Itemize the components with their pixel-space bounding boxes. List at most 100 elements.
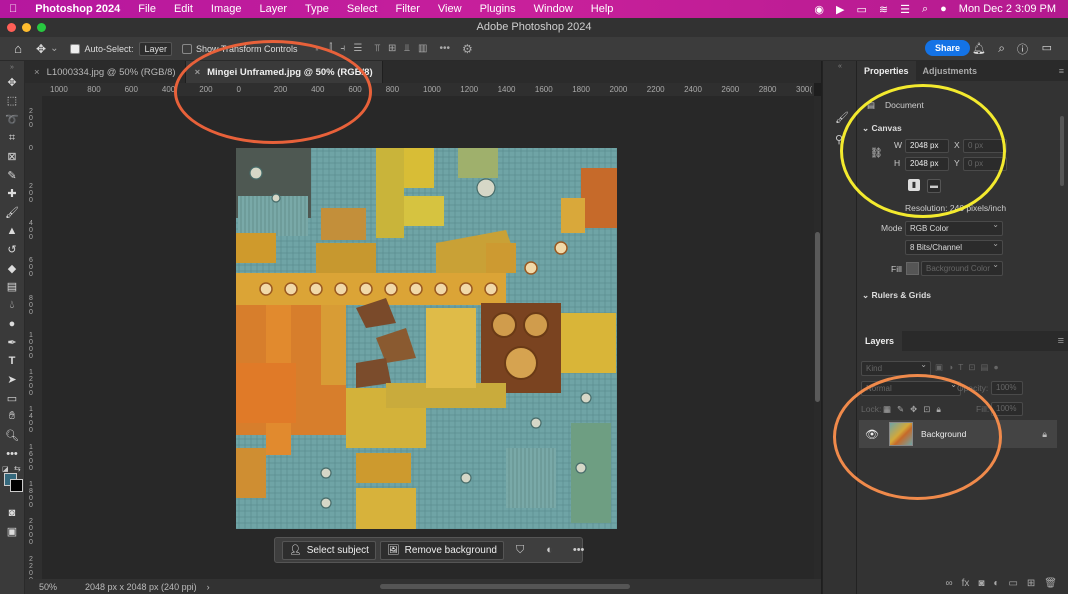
- menu-plugins[interactable]: Plugins: [471, 3, 525, 15]
- align-left-icon[interactable]: ⫦: [316, 43, 322, 54]
- auto-select-checkbox[interactable]: [70, 43, 81, 54]
- battery-icon[interactable]: ▭: [856, 3, 866, 16]
- tab-layers[interactable]: Layers: [857, 331, 903, 351]
- menu-app-name[interactable]: Photoshop 2024: [26, 3, 129, 15]
- share-button[interactable]: Share: [924, 40, 970, 56]
- menubar-datetime[interactable]: Mon Dec 2 3:09 PM: [959, 3, 1056, 15]
- canvas-section-header[interactable]: ⌄ Canvas: [862, 123, 902, 134]
- lasso-tool-icon[interactable]: ➰: [0, 110, 24, 129]
- menu-select[interactable]: Select: [338, 3, 387, 15]
- panel-collapse-icon[interactable]: «: [823, 63, 857, 70]
- add-mask-icon[interactable]: ◙: [978, 578, 984, 589]
- pen-tool-icon[interactable]: ✒: [0, 333, 24, 352]
- adjustment-layer-icon[interactable]: ◐: [993, 578, 999, 589]
- zoom-tool-icon[interactable]: 🔍︎: [0, 426, 24, 445]
- help-icon[interactable]: ⓘ: [1017, 41, 1028, 57]
- horizontal-scroll-thumb[interactable]: [380, 584, 630, 589]
- vertical-scroll-thumb[interactable]: [815, 232, 820, 402]
- layer-row-background[interactable]: 👁︎ Background 🔒︎: [859, 420, 1057, 448]
- horizontal-ruler[interactable]: 1000 800 600 400 200 0 200 400 600 800 1000 1200 140…: [42, 83, 814, 97]
- opacity-field[interactable]: 100%: [991, 381, 1023, 395]
- menu-edit[interactable]: Edit: [165, 3, 202, 15]
- blur-tool-icon[interactable]: 💧︎: [0, 296, 24, 315]
- group-icon[interactable]: ▭: [1008, 578, 1017, 589]
- rulers-grids-header[interactable]: ⌄ Rulers & Grids: [862, 290, 931, 301]
- vertical-ruler[interactable]: 2 0 0 0 2 0 0 4 0 0 6 0 0 8 0 0 1 0 0 0 1 2 0 0…: [25, 96, 43, 579]
- menu-image[interactable]: Image: [202, 3, 251, 15]
- bit-depth-dropdown[interactable]: 8 Bits/Channel: [905, 238, 1003, 255]
- home-icon[interactable]: ⌂: [0, 41, 36, 56]
- healing-brush-icon[interactable]: ✚: [0, 185, 24, 204]
- adjustment-icon[interactable]: ◐: [546, 544, 553, 556]
- menu-layer[interactable]: Layer: [251, 3, 297, 15]
- mask-icon[interactable]: ⛉: [516, 544, 524, 557]
- gear-icon[interactable]: ⚙: [462, 42, 473, 56]
- play-icon[interactable]: ▶: [836, 3, 844, 16]
- panel-menu-icon[interactable]: ≡: [1058, 335, 1068, 347]
- layer-style-icon[interactable]: fx: [962, 578, 970, 589]
- screen-mode-icon[interactable]: ▣: [0, 522, 24, 541]
- eraser-tool-icon[interactable]: ◆: [0, 259, 24, 278]
- swap-colors-icon[interactable]: ⇆: [14, 464, 21, 473]
- lock-icons[interactable]: ▦✎✥⊡🔒︎: [883, 404, 947, 415]
- x-field[interactable]: 0 px: [963, 139, 1007, 153]
- close-tab-icon[interactable]: ×: [195, 67, 201, 78]
- marquee-tool-icon[interactable]: ⬚: [0, 92, 24, 111]
- notifications-icon[interactable]: 🔔︎: [972, 42, 986, 55]
- menu-file[interactable]: File: [129, 3, 165, 15]
- mode-dropdown[interactable]: RGB Color: [905, 219, 1003, 236]
- edit-toolbar-icon[interactable]: •••: [0, 445, 24, 464]
- document-tab[interactable]: × L1000334.jpg @ 50% (RGB/8): [25, 61, 186, 83]
- quick-mask-icon[interactable]: ◙: [0, 503, 24, 522]
- move-tool-icon[interactable]: ✥: [0, 73, 24, 92]
- history-brush-icon[interactable]: ↺: [0, 240, 24, 259]
- width-field[interactable]: 2048 px: [905, 139, 949, 153]
- path-selection-icon[interactable]: ➤: [0, 371, 24, 390]
- height-field[interactable]: 2048 px: [905, 157, 949, 171]
- portrait-orientation-button[interactable]: ▮: [908, 179, 920, 191]
- new-layer-icon[interactable]: ⊞: [1027, 578, 1035, 589]
- wifi-icon[interactable]: ≋: [879, 3, 888, 16]
- more-options-icon[interactable]: •••: [573, 544, 585, 556]
- blend-mode-dropdown[interactable]: Normal: [861, 379, 961, 396]
- default-colors-icon[interactable]: ◪: [2, 465, 9, 473]
- tab-properties[interactable]: Properties: [857, 61, 916, 81]
- menu-view[interactable]: View: [429, 3, 471, 15]
- layer-kind-filter[interactable]: Kind: [861, 359, 931, 376]
- layer-fill-field[interactable]: 100%: [991, 402, 1023, 416]
- control-center-icon[interactable]: ☰: [900, 3, 910, 16]
- chevron-right-icon[interactable]: ›: [207, 582, 210, 592]
- menu-type[interactable]: Type: [296, 3, 338, 15]
- close-tab-icon[interactable]: ×: [34, 67, 40, 78]
- fill-swatch[interactable]: [906, 262, 919, 275]
- brush-settings-icon[interactable]: 🖌︎: [835, 111, 849, 124]
- align-top-icon[interactable]: ⫪: [374, 43, 380, 54]
- layer-filter-icons[interactable]: ▣◑T⊡▤●: [935, 362, 1004, 373]
- distribute-icon[interactable]: ▥: [418, 43, 427, 54]
- menu-filter[interactable]: Filter: [386, 3, 428, 15]
- visibility-eye-icon[interactable]: 👁︎: [865, 428, 879, 441]
- canvas-image[interactable]: [236, 148, 617, 529]
- auto-select-dropdown[interactable]: Layer: [139, 41, 172, 56]
- apple-icon[interactable]: : [0, 3, 26, 15]
- chevron-down-icon[interactable]: ⌄: [50, 43, 58, 54]
- properties-scroll-thumb[interactable]: [1060, 116, 1064, 186]
- creative-cloud-icon[interactable]: ◉: [814, 3, 824, 16]
- align-right-icon[interactable]: ⫞: [340, 43, 345, 54]
- stamp-tool-icon[interactable]: ▲: [0, 222, 24, 241]
- document-tab-active[interactable]: × Mingei Unframed.jpg @ 50% (RGB/8): [185, 61, 383, 83]
- select-subject-button[interactable]: 👤︎ Select subject: [282, 540, 376, 560]
- dodge-tool-icon[interactable]: ●: [0, 315, 24, 334]
- background-color-swatch[interactable]: [10, 479, 23, 493]
- menu-window[interactable]: Window: [525, 3, 582, 15]
- align-justify-icon[interactable]: ☰: [353, 43, 362, 54]
- clone-source-icon[interactable]: ⚲: [835, 133, 843, 146]
- brush-tool-icon[interactable]: 🖌︎: [0, 203, 24, 222]
- crop-tool-icon[interactable]: ⌗: [0, 129, 24, 148]
- panel-collapse-icon[interactable]: »: [0, 61, 24, 73]
- gradient-tool-icon[interactable]: ▤: [0, 278, 24, 297]
- hand-tool-icon[interactable]: ✋︎: [0, 408, 24, 427]
- zoom-level[interactable]: 50%: [39, 582, 85, 592]
- menu-help[interactable]: Help: [582, 3, 623, 15]
- siri-icon[interactable]: ●: [940, 3, 947, 15]
